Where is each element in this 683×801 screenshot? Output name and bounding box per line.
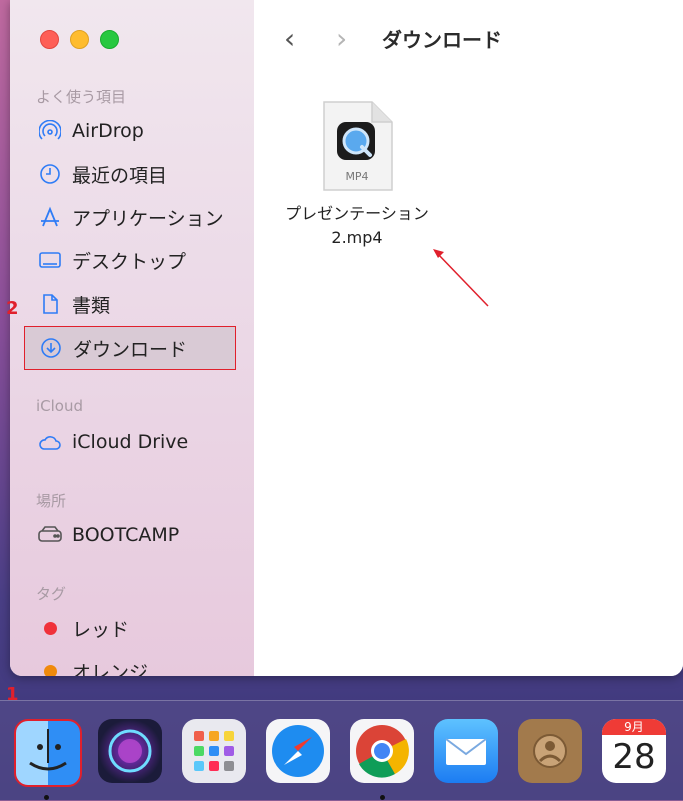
calendar-icon[interactable]: 9月 28	[602, 719, 666, 783]
siri-icon[interactable]	[98, 719, 162, 783]
section-icloud: iCloud	[36, 397, 84, 415]
safari-icon[interactable]	[266, 719, 330, 783]
dock: 9月 28	[0, 700, 683, 801]
running-indicator	[44, 795, 49, 800]
file-name: プレゼンテーション 2.mp4	[285, 204, 429, 247]
running-indicator	[380, 795, 385, 800]
airdrop-icon	[38, 119, 62, 143]
window-title: ダウンロード	[382, 28, 502, 52]
sidebar-item-label: レッド	[72, 618, 130, 641]
clock-icon	[38, 162, 62, 186]
close-button[interactable]	[40, 30, 59, 49]
annotation-arrow	[433, 249, 489, 307]
sidebar-item-applications[interactable]: アプリケーション	[24, 196, 234, 238]
calendar-month: 9月	[602, 719, 666, 735]
window-controls	[40, 30, 119, 49]
section-favorites: よく使う項目	[36, 88, 127, 106]
contacts-icon[interactable]	[518, 719, 582, 783]
zoom-button[interactable]	[100, 30, 119, 49]
sidebar-item-bootcamp[interactable]: BOOTCAMP	[24, 514, 234, 556]
disk-icon	[38, 523, 62, 547]
forward-button[interactable]: ›	[336, 22, 366, 55]
chrome-icon[interactable]	[350, 719, 414, 783]
mp4-file-icon: MP4	[323, 101, 393, 191]
tag-dot-icon	[38, 659, 62, 676]
sidebar-item-tag-orange[interactable]: オレンジ	[24, 650, 234, 676]
sidebar-item-label: オレンジ	[72, 661, 149, 677]
step-badge-2: 2	[6, 298, 19, 319]
applications-icon	[38, 205, 62, 229]
finder-window: よく使う項目 AirDrop 最近の項目 アプリケーション デスクトップ 書類 …	[10, 0, 683, 676]
sidebar-item-label: BOOTCAMP	[72, 524, 180, 546]
calendar-day: 28	[612, 737, 656, 777]
sidebar-item-label: iCloud Drive	[72, 431, 189, 453]
sidebar-item-label: 書類	[72, 294, 111, 317]
mail-icon[interactable]	[434, 719, 498, 783]
toolbar: ‹ › ダウンロード	[284, 22, 502, 55]
document-icon	[38, 292, 62, 316]
sidebar-item-label: ダウンロード	[73, 338, 188, 361]
sidebar-item-recents[interactable]: 最近の項目	[24, 153, 234, 195]
sidebar-item-desktop[interactable]: デスクトップ	[24, 239, 234, 281]
sidebar-item-icloud-drive[interactable]: iCloud Drive	[24, 421, 234, 463]
sidebar-item-tag-red[interactable]: レッド	[24, 607, 234, 649]
section-locations: 場所	[36, 492, 67, 510]
sidebar-item-documents[interactable]: 書類	[24, 283, 234, 325]
cloud-icon	[38, 430, 62, 454]
sidebar-item-label: アプリケーション	[72, 207, 224, 230]
sidebar-item-label: デスクトップ	[72, 250, 187, 273]
sidebar-item-label: AirDrop	[72, 120, 144, 142]
launchpad-icon[interactable]	[182, 719, 246, 783]
desktop-icon	[38, 248, 62, 272]
finder-icon[interactable]	[14, 719, 82, 787]
back-button[interactable]: ‹	[284, 22, 314, 55]
download-icon	[39, 336, 63, 360]
sidebar-item-airdrop[interactable]: AirDrop	[24, 110, 234, 152]
section-tags: タグ	[36, 585, 67, 603]
file-item[interactable]: MP4 プレゼンテーション 2.mp4	[272, 100, 442, 250]
file-type-label: MP4	[345, 170, 368, 183]
minimize-button[interactable]	[70, 30, 89, 49]
sidebar: よく使う項目 AirDrop 最近の項目 アプリケーション デスクトップ 書類 …	[10, 0, 255, 676]
sidebar-item-downloads[interactable]: ダウンロード	[24, 326, 236, 370]
sidebar-item-label: 最近の項目	[72, 164, 168, 187]
tag-dot-icon	[38, 616, 62, 640]
